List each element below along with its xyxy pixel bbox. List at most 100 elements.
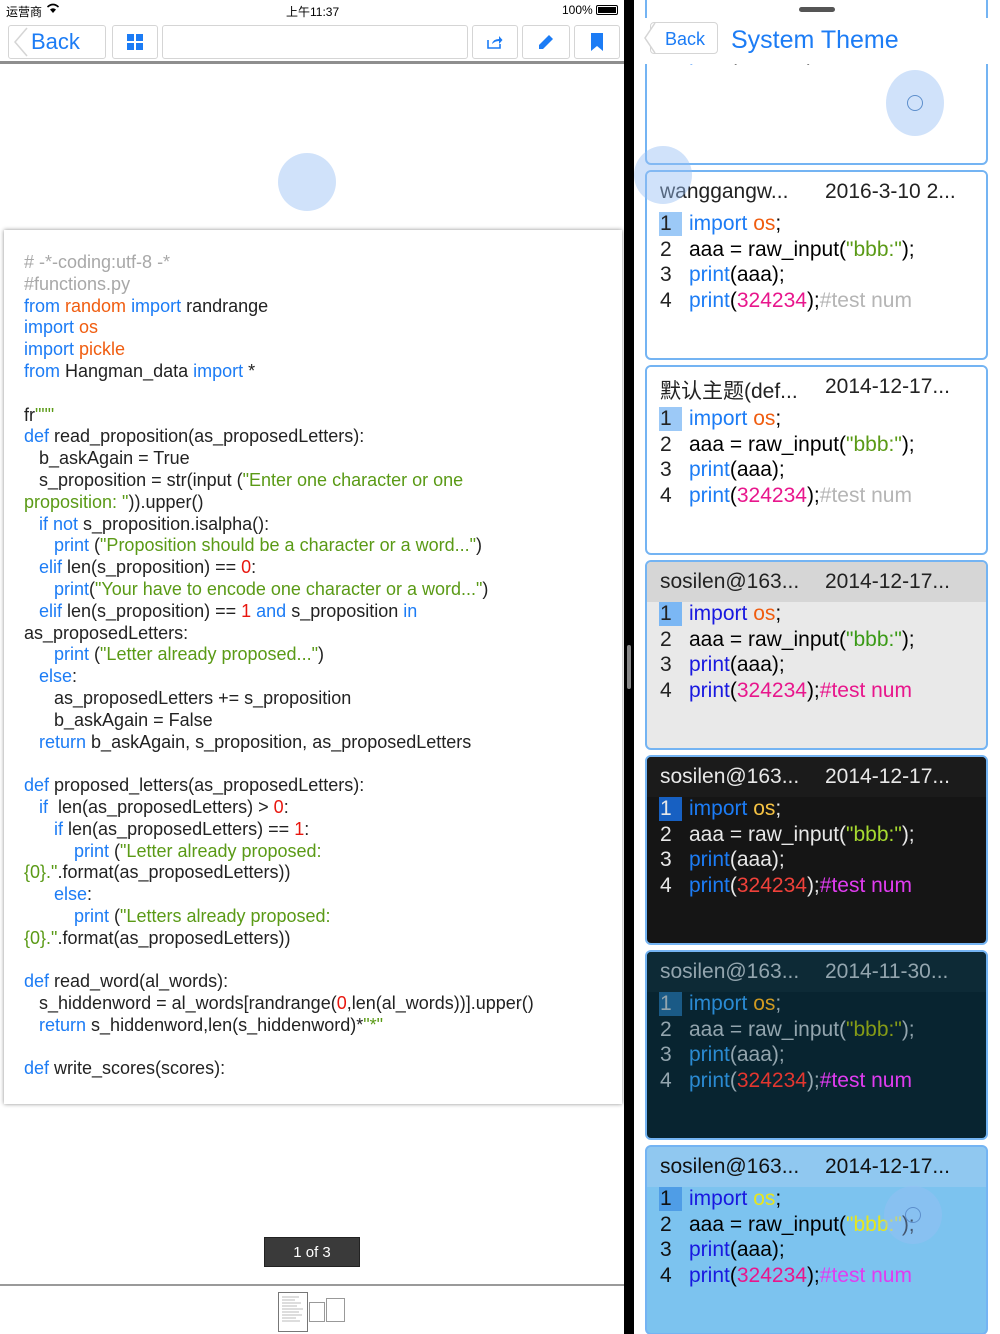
code-token: return [24, 731, 92, 752]
code-token: in [403, 600, 418, 621]
preview-code: import os; [689, 602, 781, 626]
divider-grip[interactable] [627, 645, 631, 689]
preview-code: print(324234);#test num [689, 1069, 912, 1093]
code-line: def proposed_letters(as_proposedLetters)… [24, 775, 609, 797]
code-token: "bbb:" [846, 432, 902, 456]
theme-date: 2014-12-17... [825, 1155, 950, 1178]
share-button[interactable] [472, 25, 518, 59]
code-token: 324234 [736, 288, 807, 312]
code-token: ); [901, 822, 915, 846]
thumbnail-grid-button[interactable] [112, 25, 158, 59]
code-token: print [24, 840, 115, 861]
document-page[interactable]: # -*-coding:utf-8 -* #functions.py from ra… [4, 230, 622, 1104]
preview-code: print(aaa); [689, 653, 785, 677]
theme-preview: 1 import os; 2 aaa = raw_input("bbb:"); 3 pri… [647, 407, 986, 509]
preview-line: 3 print(aaa); [647, 848, 986, 874]
preview-line: 4 print(324234);#test num [647, 874, 986, 900]
code-token: import [24, 339, 80, 360]
code-token: #test num [819, 483, 912, 507]
line-number: 3 [660, 848, 672, 871]
code-token: ; [775, 797, 782, 820]
preview-line: 3 print(aaa); [647, 1238, 986, 1264]
code-token: 0 [241, 557, 252, 578]
preview-code: print(aaa); [689, 263, 785, 287]
code-token: ( [729, 678, 737, 702]
theme-card[interactable]: wanggangw... 2016-3-10 2... 1 import os; 2 aa… [645, 170, 988, 360]
code-token: b_askAgain = True [24, 448, 190, 469]
code-token: write_scores(scores): [54, 1058, 226, 1079]
preview-code: print(324234);#test num [689, 1264, 912, 1288]
code-line: print ("Proposition should be a characte… [24, 535, 609, 557]
search-field[interactable] [162, 25, 468, 59]
back-button[interactable]: Back [8, 25, 106, 59]
back-button[interactable]: Back [644, 22, 718, 54]
code-token: b_askAgain = False [24, 709, 213, 730]
code-token: 324234 [736, 1263, 807, 1287]
page-thumbnail[interactable] [309, 1302, 325, 1322]
theme-card[interactable]: sosilen@163... 2014-11-30... 1 import os; 2 a… [645, 950, 988, 1140]
code-token: 0 [273, 796, 284, 817]
page-thumbnail-strip [0, 1284, 624, 1334]
theme-card[interactable]: 默认主题(def... 2014-12-17... 1 import os; 2 aaa … [645, 365, 988, 555]
code-token: os [747, 212, 776, 235]
theme-date: 2014-12-17... [825, 765, 950, 788]
back-label: Back [31, 29, 80, 54]
code-token: ,len(al_words))].upper() [346, 993, 534, 1014]
code-token: ; [775, 407, 782, 430]
line-number: 1 [659, 407, 682, 431]
code-token: return [24, 1014, 92, 1035]
code-token: .format(as_proposedLetters)) [57, 862, 291, 883]
code-token: (aaa); [729, 1043, 785, 1066]
status-bar: 运营商 上午11:37 100% [0, 0, 624, 20]
preview-code: import os; [689, 797, 781, 821]
line-number: 4 [660, 873, 672, 897]
code-line: if len(as_proposedLetters) == 1: [24, 819, 609, 841]
code-token: ( [729, 1263, 737, 1287]
theme-card-header: 默认主题(def... 2014-12-17... [647, 367, 986, 407]
theme-card[interactable]: sosilen@163... 2014-12-17... 1 import os; 2 a… [645, 560, 988, 750]
theme-card[interactable]: sosilen@163... 2014-12-17... 1 import os; 2 a… [645, 755, 988, 945]
drag-handle[interactable] [799, 7, 835, 12]
code-token: ( [729, 873, 737, 897]
code-token: (aaa); [729, 458, 785, 481]
code-token: ); [901, 432, 915, 456]
code-line: if len(as_proposedLetters) > 0: [24, 797, 609, 819]
preview-line: 2 aaa = raw_input("bbb:"); [647, 628, 986, 654]
code-token: ; [775, 602, 782, 625]
page-thumbnail[interactable] [326, 1298, 345, 1322]
code-token: * [248, 360, 256, 381]
code-line: elif len(s_proposition) == 0: [24, 557, 609, 579]
code-token: upper() [145, 491, 204, 512]
preview-code: print(aaa); [689, 458, 785, 482]
code-line: print ("Letter already proposed: [24, 841, 609, 863]
line-number: 4 [660, 1068, 672, 1092]
code-token: s_hiddenword = al_words[randrange( [24, 993, 337, 1014]
line-number: 3 [660, 458, 672, 481]
bookmark-button[interactable] [574, 25, 620, 59]
edit-button[interactable] [522, 25, 570, 59]
code-token: and [256, 600, 292, 621]
code-token: "Letter already proposed..." [100, 644, 318, 665]
code-token: print [24, 535, 95, 556]
code-token: else [24, 666, 73, 687]
code-token: os [79, 317, 99, 338]
preview-code: import os; [689, 407, 781, 431]
code-token: #test num [819, 678, 912, 702]
code-token: proposition: " [24, 491, 129, 512]
page-title: System Theme [731, 26, 899, 54]
page-thumbnail[interactable] [278, 1292, 308, 1332]
code-line: return s_hiddenword,len(s_hiddenword)*"*… [24, 1015, 609, 1037]
theme-preview: 1 import os; 2 aaa = raw_input("bbb:"); 3 pri… [647, 602, 986, 704]
code-token: aaa = raw_input( [689, 432, 847, 456]
preview-code: import os; [689, 212, 781, 236]
theme-card[interactable]: sosilen@163... 2014-12-17... 1 import os; 2 a… [645, 1145, 988, 1334]
code-token: : [304, 818, 310, 839]
split-divider[interactable] [624, 0, 634, 1334]
code-token: ); [806, 1068, 820, 1092]
code-line: from random import randrange [24, 296, 609, 318]
carrier-label: 运营商 [6, 5, 43, 19]
line-number: 2 [660, 1017, 672, 1041]
